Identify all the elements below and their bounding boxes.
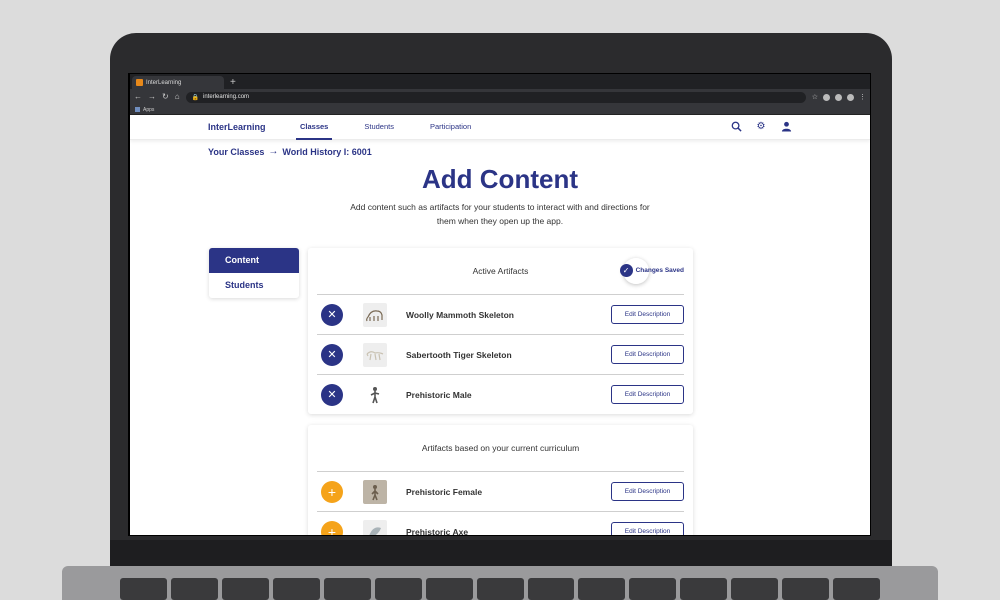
app-logo[interactable]: InterLearning <box>208 122 266 132</box>
nav-students[interactable]: Students <box>364 115 394 140</box>
add-button[interactable]: + <box>321 481 343 503</box>
search-icon[interactable] <box>730 121 742 133</box>
apps-grid-icon <box>135 107 140 112</box>
new-tab-button[interactable]: + <box>230 76 236 89</box>
save-status: ✓ Changes Saved <box>619 264 684 277</box>
nav-participation[interactable]: Participation <box>430 115 471 140</box>
page-subtitle: Add content such as artifacts for your s… <box>350 202 650 226</box>
breadcrumb: Your Classes → World History I: 6001 <box>208 146 372 157</box>
check-icon: ✓ <box>619 264 633 277</box>
bookmarks-bar: Apps <box>130 105 870 115</box>
content-sidebar: Content Students <box>209 248 299 298</box>
artifact-thumbnail <box>363 343 387 367</box>
card-header: Artifacts based on your current curricul… <box>317 425 684 472</box>
star-icon[interactable]: ☆ <box>812 93 818 101</box>
lock-icon: 🔒 <box>191 94 200 101</box>
extensions: ☆ ⋮ <box>812 93 866 101</box>
address-bar: ← → ↻ ⌂ 🔒 interlearning.com ☆ ⋮ <box>130 89 870 105</box>
remove-button[interactable]: ✕ <box>321 304 343 326</box>
extension-icon[interactable] <box>835 93 842 101</box>
tab-title: InterLearning <box>146 79 182 86</box>
curriculum-artifacts-card: Artifacts based on your current curricul… <box>308 425 693 535</box>
arrow-right-icon: → <box>268 146 279 157</box>
nav-classes[interactable]: Classes <box>295 115 333 140</box>
forward-icon[interactable]: → <box>148 89 156 105</box>
artifact-thumbnail <box>363 303 387 327</box>
card-title: Artifacts based on your current curricul… <box>421 443 580 453</box>
user-icon[interactable] <box>780 121 792 133</box>
header-icons: ⚙ <box>730 121 792 133</box>
sidebar-item-content[interactable]: Content <box>209 248 299 273</box>
home-icon[interactable]: ⌂ <box>175 89 180 105</box>
remove-button[interactable]: ✕ <box>321 384 343 406</box>
keyboard-row <box>120 578 881 600</box>
edit-description-button[interactable]: Edit Description <box>611 305 684 324</box>
breadcrumb-current: World History I: 6001 <box>282 146 372 157</box>
artifact-row: ✕ Sabertooth Tiger Skeleton Edit Descrip… <box>317 335 684 375</box>
browser-tab-bar: InterLearning + <box>130 74 870 89</box>
browser-window: InterLearning + ← → ↻ ⌂ 🔒 interlearning.… <box>130 74 870 535</box>
card-header: Active Artifacts ✓ Changes Saved <box>317 248 684 295</box>
artifact-name: Prehistoric Female <box>406 487 483 497</box>
menu-icon[interactable]: ⋮ <box>859 93 866 101</box>
breadcrumb-parent[interactable]: Your Classes <box>208 147 264 157</box>
url-text: interlearning.com <box>203 94 250 100</box>
laptop-hinge <box>110 540 892 568</box>
artifact-thumbnail <box>363 520 387 535</box>
reload-icon[interactable]: ↻ <box>162 89 169 105</box>
edit-description-button[interactable]: Edit Description <box>611 482 684 501</box>
edit-description-button[interactable]: Edit Description <box>611 385 684 404</box>
artifact-row: + Prehistoric Axe Edit Description <box>317 512 684 535</box>
artifact-row: + Prehistoric Female Edit Description <box>317 472 684 512</box>
artifact-thumbnail <box>363 383 387 407</box>
favicon-icon <box>136 79 143 86</box>
remove-button[interactable]: ✕ <box>321 344 343 366</box>
extension-icon[interactable] <box>823 93 830 101</box>
app-header: InterLearning Classes Students Participa… <box>130 115 870 140</box>
artifact-thumbnail <box>363 480 387 504</box>
back-icon[interactable]: ← <box>134 89 142 105</box>
save-status-text: Changes Saved <box>635 267 684 274</box>
artifact-row: ✕ Woolly Mammoth Skeleton Edit Descripti… <box>317 295 684 335</box>
edit-description-button[interactable]: Edit Description <box>611 522 684 535</box>
artifact-name: Woolly Mammoth Skeleton <box>406 310 514 320</box>
url-field[interactable]: 🔒 interlearning.com <box>185 91 806 103</box>
gear-icon[interactable]: ⚙ <box>755 121 767 133</box>
active-artifacts-card: Active Artifacts ✓ Changes Saved ✕ Wooll… <box>308 248 693 414</box>
apps-bookmark[interactable]: Apps <box>143 107 154 113</box>
artifact-name: Prehistoric Male <box>406 390 472 400</box>
sidebar-item-students[interactable]: Students <box>209 273 299 298</box>
add-button[interactable]: + <box>321 521 343 535</box>
page-title: Add Content <box>422 164 578 194</box>
browser-tab[interactable]: InterLearning <box>132 76 224 89</box>
main-nav: Classes Students Participation <box>295 115 507 140</box>
artifact-row: ✕ Prehistoric Male Edit Description <box>317 375 684 415</box>
artifact-name: Sabertooth Tiger Skeleton <box>406 350 512 360</box>
edit-description-button[interactable]: Edit Description <box>611 345 684 364</box>
profile-icon[interactable] <box>847 93 854 101</box>
artifact-name: Prehistoric Axe <box>406 527 469 535</box>
